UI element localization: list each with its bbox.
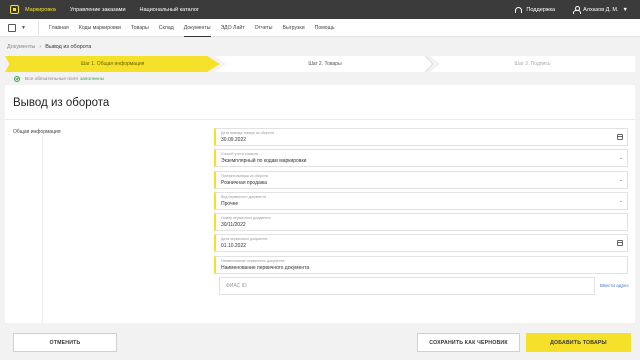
chevron-down-icon: ▼ bbox=[21, 24, 26, 31]
section-label: Общая информация bbox=[13, 129, 61, 135]
cancel-button[interactable]: ОТМЕНИТЬ bbox=[13, 333, 117, 352]
check-circle-icon bbox=[14, 76, 20, 82]
validation-hint: Все обязательные поля заполнены bbox=[14, 76, 104, 82]
field-label: Наименование первичного документа bbox=[221, 259, 285, 263]
headset-icon[interactable] bbox=[515, 6, 523, 13]
primary-doc-name-field[interactable]: Наименование первичного документа Наимен… bbox=[214, 256, 628, 274]
enter-address-link[interactable]: Ввести адрес bbox=[600, 283, 629, 288]
national-catalog-link[interactable]: Национальный каталог bbox=[140, 7, 199, 13]
nav-item-home[interactable]: Главная bbox=[49, 19, 69, 37]
user-name[interactable]: Алхазов Д. М. bbox=[583, 7, 618, 13]
main-nav: ▼ Главная Коды маркировки Товары Склад Д… bbox=[0, 19, 640, 37]
field-value: 01.10.2022 bbox=[221, 243, 247, 249]
nav-item-documents[interactable]: Документы bbox=[183, 19, 211, 37]
nav-item-warehouse[interactable]: Склад bbox=[159, 19, 174, 37]
nav-item-edo-lite[interactable]: ЭДО Лайт bbox=[221, 19, 245, 37]
field-label: Способ учета товаров bbox=[221, 152, 258, 156]
hint-text: Все обязательные поля bbox=[25, 76, 78, 82]
add-goods-button[interactable]: ДОБАВИТЬ ТОВАРЫ bbox=[526, 333, 631, 352]
step-general-info[interactable]: Шаг 1. Общая информация bbox=[5, 56, 220, 72]
fias-id-input[interactable]: ФИАС ID bbox=[219, 277, 595, 295]
chevron-down-icon[interactable]: ▼ bbox=[623, 7, 628, 13]
field-label: Причина вывода из оборота bbox=[221, 174, 269, 178]
field-label: Вид первичного документа bbox=[221, 195, 266, 199]
top-bar: Маркировка Управление заказами Националь… bbox=[0, 0, 640, 19]
step-separator bbox=[425, 56, 434, 72]
primary-doc-number-field[interactable]: Номер первичного документа 30/11/2022 bbox=[214, 213, 628, 231]
accounting-method-select[interactable]: Способ учета товаров Экземплярный по код… bbox=[214, 149, 628, 167]
divider bbox=[5, 119, 635, 120]
chevron-down-icon[interactable]: ⌄ bbox=[619, 155, 623, 161]
top-right-controls: Поддержка Алхазов Д. М. ▼ bbox=[515, 0, 628, 19]
save-draft-button[interactable]: СОХРАНИТЬ КАК ЧЕРНОВИК bbox=[417, 333, 520, 352]
withdrawal-date-field[interactable]: Дата вывода товара из оборота 30.09.2022 bbox=[214, 128, 628, 146]
divider bbox=[37, 21, 39, 34]
field-value: 30.09.2022 bbox=[221, 137, 247, 143]
organization-selector[interactable]: ▼ bbox=[8, 23, 26, 32]
breadcrumb: Документы › Вывод из оборота bbox=[7, 44, 91, 50]
chevron-down-icon[interactable]: ⌄ bbox=[619, 198, 623, 204]
building-icon bbox=[8, 23, 16, 32]
wizard-stepper: Шаг 1. Общая информация Шаг 2. Товары Ша… bbox=[5, 56, 635, 72]
field-value: Наименование первичного документа bbox=[221, 265, 310, 271]
field-value: 30/11/2022 bbox=[221, 222, 246, 228]
orders-management-link[interactable]: Управление заказами bbox=[70, 7, 126, 13]
breadcrumb-documents-link[interactable]: Документы bbox=[7, 44, 35, 50]
user-icon[interactable] bbox=[573, 6, 582, 14]
primary-doc-type-select[interactable]: Вид первичного документа Прочее ⌄ bbox=[214, 192, 628, 210]
hint-status: заполнены bbox=[79, 76, 105, 82]
field-value: Прочее bbox=[221, 201, 239, 207]
field-label: Дата первичного документа bbox=[221, 237, 268, 241]
nav-item-goods[interactable]: Товары bbox=[131, 19, 149, 37]
calendar-icon[interactable] bbox=[617, 240, 623, 246]
chevron-right-icon: › bbox=[39, 44, 42, 50]
nav-item-reports[interactable]: Отчеты bbox=[255, 19, 273, 37]
calendar-icon[interactable] bbox=[617, 134, 623, 140]
divider bbox=[42, 135, 43, 323]
withdrawal-reason-select[interactable]: Причина вывода из оборота Розничная прод… bbox=[214, 171, 628, 189]
field-value: Экземплярный по кодам маркировки bbox=[221, 158, 307, 164]
logo-icon[interactable] bbox=[10, 5, 19, 14]
app-name-link[interactable]: Маркировка bbox=[25, 7, 56, 13]
fias-id-placeholder: ФИАС ID bbox=[226, 283, 247, 289]
step-goods[interactable]: Шаг 2. Товары bbox=[215, 56, 435, 72]
chevron-down-icon[interactable]: ⌄ bbox=[619, 177, 623, 183]
page-title: Вывод из оборота bbox=[13, 97, 110, 109]
nav-item-help[interactable]: Помощь bbox=[315, 19, 335, 37]
primary-doc-date-field[interactable]: Дата первичного документа 01.10.2022 bbox=[214, 234, 628, 252]
support-link[interactable]: Поддержка bbox=[526, 7, 555, 13]
nav-item-marking-codes[interactable]: Коды маркировки bbox=[79, 19, 121, 37]
step-signature[interactable]: Шаг 3. Подпись bbox=[430, 56, 635, 72]
field-label: Дата вывода товара из оборота bbox=[221, 131, 275, 135]
field-value: Розничная продажа bbox=[221, 180, 267, 186]
breadcrumb-current: Вывод из оборота bbox=[45, 44, 92, 50]
field-label: Номер первичного документа bbox=[221, 216, 271, 220]
nav-item-exports[interactable]: Выгрузки bbox=[283, 19, 305, 37]
